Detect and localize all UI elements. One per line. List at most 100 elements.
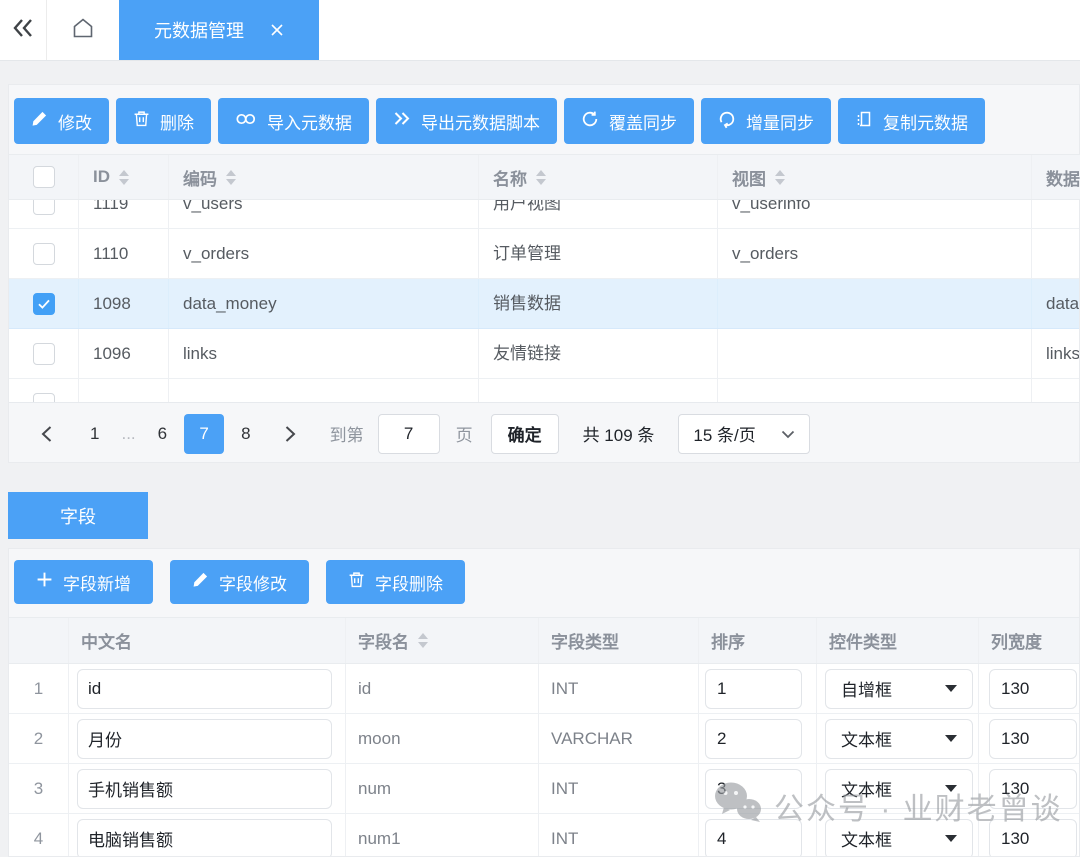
home-tab-button[interactable] — [46, 0, 119, 60]
column-header-width: 列宽度 — [979, 618, 1080, 663]
page-number[interactable]: 1 — [90, 424, 99, 444]
page-number[interactable]: 6 — [158, 424, 167, 444]
page-ellipsis[interactable]: ... — [121, 424, 135, 444]
refresh-icon — [718, 110, 736, 133]
table-row[interactable]: 1096 links 友情链接 links — [9, 329, 1079, 379]
column-width-input[interactable] — [989, 669, 1077, 709]
fields-table: 中文名 字段名 字段类型 排序 控件类型 列宽度 1 id INT 自增框 — [9, 617, 1079, 857]
link-icon — [235, 111, 257, 131]
select-all-checkbox[interactable] — [33, 166, 55, 188]
cn-name-input[interactable] — [77, 719, 332, 759]
metadata-panel: 修改 删除 导入元数据 导出元数据脚本 覆盖同步 增量同步 — [8, 84, 1080, 463]
sort-icon[interactable] — [418, 633, 428, 648]
row-checkbox[interactable] — [33, 243, 55, 265]
order-input[interactable] — [705, 819, 802, 857]
control-type-select[interactable]: 文本框 — [825, 769, 973, 809]
page-number-active[interactable]: 7 — [184, 414, 224, 454]
control-type-select[interactable]: 文本框 — [825, 719, 973, 759]
column-header-data[interactable]: 数据 — [1032, 155, 1080, 199]
row-checkbox[interactable] — [33, 343, 55, 365]
close-icon[interactable] — [270, 23, 284, 37]
export-metadata-script-button[interactable]: 导出元数据脚本 — [376, 98, 557, 144]
control-type-select[interactable]: 文本框 — [825, 819, 973, 857]
column-width-input[interactable] — [989, 769, 1077, 809]
prev-page-icon[interactable] — [39, 425, 54, 443]
delete-field-button[interactable]: 字段删除 — [326, 560, 465, 604]
table-row-selected[interactable]: 1098 data_money 销售数据 data — [9, 279, 1079, 329]
metadata-toolbar: 修改 删除 导入元数据 导出元数据脚本 覆盖同步 增量同步 — [9, 85, 1079, 144]
pencil-icon — [31, 110, 48, 132]
cn-name-input[interactable] — [77, 769, 332, 809]
caret-down-icon — [945, 735, 957, 742]
cn-name-input[interactable] — [77, 819, 332, 857]
refresh-icon — [581, 110, 599, 133]
column-header-id[interactable]: ID — [79, 155, 169, 199]
import-metadata-button[interactable]: 导入元数据 — [218, 98, 369, 144]
home-icon — [70, 16, 96, 45]
column-header-index — [9, 618, 69, 663]
tab-metadata-management[interactable]: 元数据管理 — [119, 0, 319, 60]
page-number[interactable]: 8 — [241, 424, 250, 444]
fields-toolbar: 字段新增 字段修改 字段删除 — [9, 549, 1079, 604]
tab-fields[interactable]: 字段 — [8, 492, 148, 539]
confirm-button[interactable]: 确定 — [491, 414, 559, 454]
top-tab-bar: 元数据管理 — [0, 0, 1080, 61]
collapse-sidebar-button[interactable] — [0, 0, 46, 60]
pagination-bar: 1 ... 6 7 8 到第 页 确定 共 109 条 15 条/页 — [9, 402, 1079, 464]
order-input[interactable] — [705, 769, 802, 809]
fields-table-body: 1 id INT 自增框 2 moon VARCHAR 文本框 — [9, 664, 1079, 857]
next-page-icon[interactable] — [283, 425, 298, 443]
column-header-view[interactable]: 视图 — [718, 155, 1032, 199]
caret-down-icon — [945, 785, 957, 792]
edit-field-button[interactable]: 字段修改 — [170, 560, 309, 604]
table-row[interactable]: 1119 v_users 用户视图 v_userinfo — [9, 200, 1079, 229]
column-width-input[interactable] — [989, 819, 1077, 857]
column-header-name[interactable]: 名称 — [479, 155, 718, 199]
overwrite-sync-button[interactable]: 覆盖同步 — [564, 98, 694, 144]
select-all-cell — [9, 155, 79, 199]
page-size-select[interactable]: 15 条/页 — [678, 414, 810, 454]
field-row[interactable]: 2 moon VARCHAR 文本框 — [9, 714, 1080, 764]
column-width-input[interactable] — [989, 719, 1077, 759]
metadata-table-body: 1119 v_users 用户视图 v_userinfo 1110 v_orde… — [9, 200, 1079, 402]
sort-icon[interactable] — [536, 170, 546, 185]
row-checkbox-checked[interactable] — [33, 293, 55, 315]
chevron-down-icon — [781, 424, 795, 444]
copy-metadata-button[interactable]: 复制元数据 — [838, 98, 985, 144]
total-count-label: 共 109 条 — [583, 421, 655, 446]
incremental-sync-button[interactable]: 增量同步 — [701, 98, 831, 144]
metadata-management-screen: 元数据管理 修改 删除 导入元数据 导出元数据脚本 — [0, 0, 1080, 857]
fields-panel: 字段新增 字段修改 字段删除 中文名 字段名 字段类型 排序 控件类型 列宽度 — [8, 548, 1080, 857]
control-type-select[interactable]: 自增框 — [825, 669, 973, 709]
delete-button[interactable]: 删除 — [116, 98, 211, 144]
row-checkbox[interactable] — [33, 393, 55, 403]
column-header-cn-name: 中文名 — [69, 618, 346, 663]
edit-button[interactable]: 修改 — [14, 98, 109, 144]
field-row[interactable]: 4 num1 INT 文本框 — [9, 814, 1080, 857]
trash-icon — [348, 571, 365, 593]
metadata-table: ID 编码 名称 视图 数据 1119 v_users 用户视图 v_useri… — [9, 154, 1079, 464]
order-input[interactable] — [705, 669, 802, 709]
double-chevron-left-icon — [11, 17, 35, 44]
add-field-button[interactable]: 字段新增 — [14, 560, 153, 604]
sort-icon[interactable] — [119, 170, 129, 185]
double-arrow-icon — [393, 111, 411, 131]
sort-icon[interactable] — [226, 170, 236, 185]
table-row[interactable]: 1110 v_orders 订单管理 v_orders — [9, 229, 1079, 279]
column-header-field[interactable]: 字段名 — [346, 618, 539, 663]
fields-table-header: 中文名 字段名 字段类型 排序 控件类型 列宽度 — [9, 617, 1080, 664]
row-checkbox[interactable] — [33, 200, 55, 215]
field-row[interactable]: 1 id INT 自增框 — [9, 664, 1080, 714]
cn-name-input[interactable] — [77, 669, 332, 709]
column-header-control: 控件类型 — [817, 618, 979, 663]
goto-page-input[interactable] — [378, 414, 440, 454]
column-header-code[interactable]: 编码 — [169, 155, 479, 199]
page-unit-label: 页 — [456, 421, 473, 446]
field-row[interactable]: 3 num INT 文本框 — [9, 764, 1080, 814]
table-row-clipped[interactable] — [9, 379, 1079, 402]
sort-icon[interactable] — [775, 170, 785, 185]
order-input[interactable] — [705, 719, 802, 759]
caret-down-icon — [945, 835, 957, 842]
metadata-table-header: ID 编码 名称 视图 数据 — [9, 154, 1080, 200]
trash-icon — [133, 110, 150, 132]
